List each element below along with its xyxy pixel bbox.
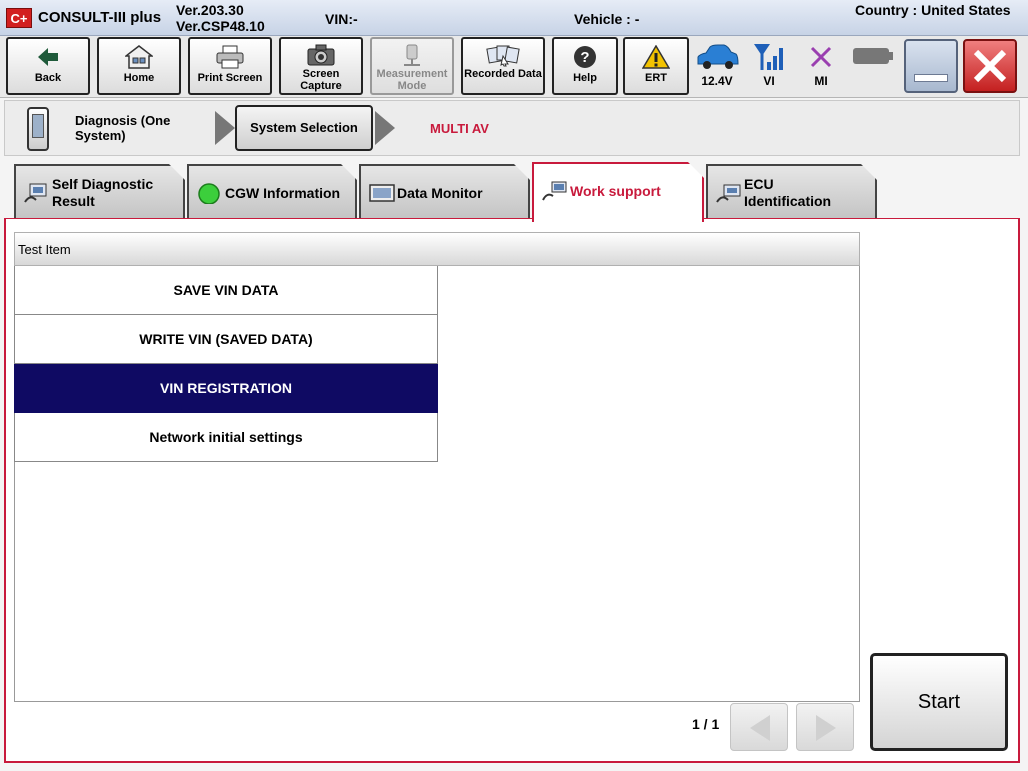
recorded-data-icon [486, 45, 520, 67]
tab-self-diagnostic-result[interactable]: Self Diagnostic Result [14, 164, 185, 218]
home-label: Home [123, 72, 155, 84]
breadcrumb: Diagnosis (One System) System Selection … [4, 100, 1020, 156]
measurement-mode-button[interactable]: Measurement Mode [370, 37, 454, 95]
page-indicator: 1 / 1 [692, 716, 720, 732]
help-label: Help [573, 72, 597, 84]
test-item-row-selected[interactable]: VIN REGISTRATION [14, 364, 438, 413]
breadcrumb-arrow-icon [375, 111, 395, 145]
screen-capture-button[interactable]: Screen Capture [279, 37, 363, 95]
measurement-icon [404, 44, 420, 66]
vi-label: VI [763, 74, 775, 88]
breadcrumb-diagnosis[interactable]: Diagnosis (One System) [75, 113, 195, 143]
svg-text:?: ? [580, 49, 589, 66]
breadcrumb-current: MULTI AV [430, 121, 489, 136]
battery-voltage: 12.4V [701, 74, 733, 88]
version-line-2: Ver.CSP48.10 [176, 18, 265, 34]
country-display: Country : United States [855, 2, 1011, 18]
diagnostic-icon [24, 182, 50, 204]
print-screen-button[interactable]: Print Screen [188, 37, 272, 95]
signal-icon [754, 44, 783, 70]
arrow-right-icon [816, 715, 836, 741]
toolbar: Back Home Print Screen Screen Capture Me… [0, 36, 1028, 98]
test-item-row[interactable]: Network initial settings [14, 413, 438, 462]
tab-label: Data Monitor [397, 185, 483, 201]
minimize-button[interactable] [904, 39, 958, 93]
print-screen-label: Print Screen [197, 72, 263, 84]
test-item-list: SAVE VIN DATA WRITE VIN (SAVED DATA) VIN… [14, 266, 438, 462]
printer-icon [216, 45, 244, 69]
test-item-header: Test Item [14, 232, 860, 266]
monitor-icon [369, 182, 395, 204]
system-selection-button[interactable]: System Selection [235, 105, 373, 151]
ert-label: ERT [645, 72, 667, 84]
previous-page-button[interactable] [730, 703, 788, 751]
back-arrow-icon [38, 48, 58, 66]
test-item-row[interactable]: WRITE VIN (SAVED DATA) [14, 315, 438, 364]
ecu-icon [716, 182, 742, 204]
tab-work-support[interactable]: Work support [532, 162, 704, 222]
help-icon: ? [574, 46, 596, 68]
title-bar: C+ CONSULT-III plus Ver.203.30 Ver.CSP48… [0, 0, 1028, 36]
measurement-mode-label: Measurement Mode [376, 68, 448, 92]
tab-data-monitor[interactable]: Data Monitor [359, 164, 530, 218]
tab-cgw-information[interactable]: CGW Information [187, 164, 357, 218]
next-page-button[interactable] [796, 703, 854, 751]
recorded-data-button[interactable]: Recorded Data [461, 37, 545, 95]
tab-bar: Self Diagnostic Result CGW Information D… [0, 160, 1028, 222]
work-support-icon [542, 180, 568, 202]
tab-label: Work support [570, 183, 661, 199]
test-item-row[interactable]: SAVE VIN DATA [14, 266, 438, 315]
battery-status: 12.4V [692, 38, 742, 88]
version-line-1: Ver.203.30 [176, 2, 244, 18]
vi-status: VI [744, 38, 794, 88]
vin-display: VIN:- [325, 11, 358, 27]
vehicle-display: Vehicle : - [574, 11, 640, 27]
diagnosis-device-icon [27, 107, 49, 151]
home-button[interactable]: Home [97, 37, 181, 95]
app-name: CONSULT-III plus [38, 9, 162, 26]
tab-label: CGW Information [225, 185, 341, 201]
close-button[interactable] [963, 39, 1017, 93]
ert-button[interactable]: ERT [623, 37, 689, 95]
breadcrumb-arrow-icon [215, 111, 235, 145]
disconnected-x-icon [810, 46, 832, 68]
warning-icon [642, 45, 670, 69]
tab-label: ECU Identification [744, 176, 832, 209]
recorded-data-label: Recorded Data [464, 68, 542, 80]
status-indicators: 12.4V VI MI [690, 38, 900, 94]
close-icon [973, 49, 1007, 83]
battery-icon [853, 48, 893, 64]
screen-capture-label: Screen Capture [300, 68, 342, 92]
tab-ecu-identification[interactable]: ECU Identification [706, 164, 877, 218]
mi-label: MI [814, 74, 828, 88]
device-battery-status [848, 38, 898, 74]
mi-status: MI [796, 38, 846, 88]
help-button[interactable]: ? Help [552, 37, 618, 95]
green-status-icon [197, 182, 223, 204]
tab-label: Self Diagnostic Result [52, 176, 154, 209]
back-button[interactable]: Back [6, 37, 90, 95]
home-icon [125, 45, 153, 69]
start-button[interactable]: Start [870, 653, 1008, 751]
back-label: Back [34, 72, 62, 84]
app-logo: C+ [6, 8, 32, 28]
camera-icon [307, 44, 335, 66]
car-icon [697, 44, 739, 69]
arrow-left-icon [750, 715, 770, 741]
version-info: Ver.203.30 Ver.CSP48.10 [176, 2, 265, 34]
